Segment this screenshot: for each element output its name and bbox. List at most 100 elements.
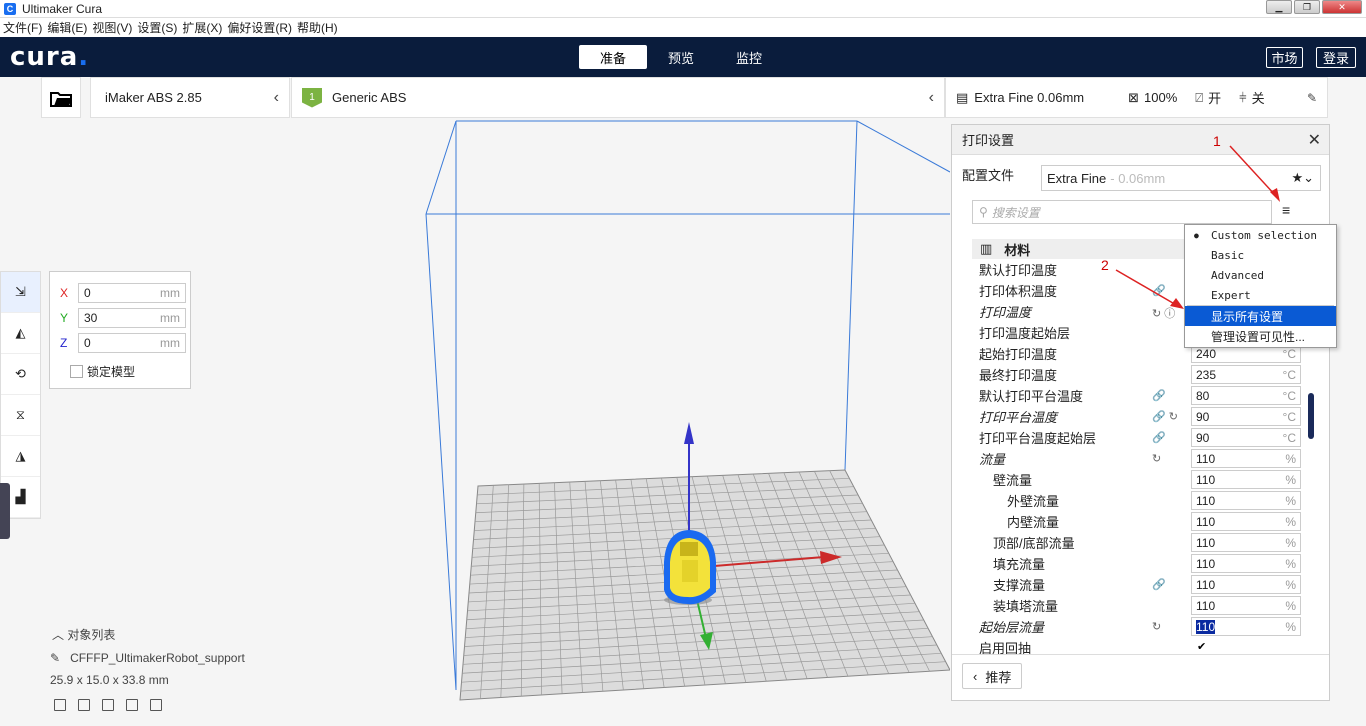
side-grip-handle[interactable] [0, 483, 10, 539]
category-material-header[interactable]: ▥ 材料 [972, 239, 1192, 259]
profile-label: 配置文件 [962, 168, 1015, 183]
setting-value-input[interactable]: 110% [1191, 617, 1301, 636]
setting-label: 默认打印温度 [979, 263, 1058, 278]
close-window-button[interactable]: ✕ [1322, 0, 1362, 14]
per-model-settings-button[interactable]: ◮ [1, 436, 40, 477]
setting-value-input[interactable]: 90 °C [1191, 407, 1301, 426]
menu-item-advanced[interactable]: Advanced [1185, 265, 1336, 285]
menu-help[interactable]: 帮助(H) [297, 19, 338, 36]
quality-icon: ▤ [956, 89, 969, 105]
setting-action-icon[interactable]: ↻ [1152, 452, 1161, 465]
setting-label: 壁流量 [993, 473, 1033, 488]
support-icon: ⍁ [1195, 89, 1204, 105]
view-left-icon[interactable] [126, 699, 138, 711]
print-settings-panel: 打印设置 ✕ 配置文件 Extra Fine - 0.06mm ★⌄ ⚲ 搜索设置 ≡… [951, 124, 1330, 701]
z-coordinate-input[interactable]: 0 mm [78, 333, 186, 353]
window-titlebar: C Ultimaker Cura ▁ ❐ ✕ [0, 0, 1366, 18]
scale-tool-button[interactable]: ◭ [1, 313, 40, 354]
recommended-button[interactable]: ‹ 推荐 [962, 663, 1023, 689]
move-tool-panel: X 0 mm Y 30 mm Z 0 mm 锁定模型 [49, 271, 191, 389]
setting-label: 支撑流量 [993, 578, 1046, 593]
view-top-icon[interactable] [102, 699, 114, 711]
mirror-tool-button[interactable]: ⧖ [1, 395, 40, 436]
setting-label: 打印体积温度 [979, 284, 1058, 299]
mirror-icon: ⧖ [15, 407, 26, 422]
setting-value-input[interactable]: 110% [1191, 512, 1301, 531]
setting-label: 填充流量 [993, 557, 1046, 572]
folder-icon [50, 91, 72, 107]
menu-view[interactable]: 视图(V) [92, 19, 132, 36]
setting-value-input[interactable]: 110% [1191, 575, 1301, 594]
menu-edit[interactable]: 编辑(E) [47, 19, 87, 36]
setting-action-icon[interactable]: ↻ [1152, 620, 1161, 633]
menu-item-custom-selection[interactable]: Custom selection [1185, 225, 1336, 245]
profile-dropdown[interactable]: Extra Fine - 0.06mm ★⌄ [1041, 165, 1321, 191]
menu-preferences[interactable]: 偏好设置(R) [227, 19, 292, 36]
menu-item-show-all-settings[interactable]: 显示所有设置 [1185, 306, 1336, 326]
login-button[interactable]: 登录 [1316, 47, 1356, 68]
menu-item-expert[interactable]: Expert [1185, 285, 1336, 305]
view-right-icon[interactable] [150, 699, 162, 711]
setting-value-input[interactable]: 110% [1191, 449, 1301, 468]
settings-visibility-menu-icon[interactable]: ≡ [1282, 203, 1294, 217]
menubar: 文件(F) 编辑(E) 视图(V) 设置(S) 扩展(X) 偏好设置(R) 帮助… [0, 18, 1366, 37]
setting-value-input[interactable]: 235 °C [1191, 365, 1301, 384]
settings-scrollbar[interactable] [1308, 393, 1314, 439]
setting-value-input[interactable]: 110% [1191, 491, 1301, 510]
move-icon: ⇲ [15, 284, 26, 299]
lock-model-checkbox[interactable]: 锁定模型 [70, 363, 135, 380]
setting-action-icon[interactable]: ↻ ⓘ [1152, 305, 1175, 321]
pencil-icon: ✎ [50, 651, 61, 665]
per-model-icon: ◮ [15, 448, 26, 463]
object-list: ︿ 对象列表 ✎ CFFFP_UltimakerRobot_support 25.… [50, 626, 245, 687]
object-list-header[interactable]: ︿ 对象列表 [52, 626, 245, 643]
robot-model [664, 530, 716, 605]
tab-prepare[interactable]: 准备 [579, 45, 648, 69]
search-settings-input[interactable]: ⚲ 搜索设置 [972, 200, 1272, 224]
menu-file[interactable]: 文件(F) [3, 19, 42, 36]
object-name-row[interactable]: ✎ CFFFP_UltimakerRobot_support [50, 651, 245, 665]
rotate-tool-button[interactable]: ⟲ [1, 354, 40, 395]
menu-extensions[interactable]: 扩展(X) [182, 19, 222, 36]
setting-label: 打印温度 [979, 305, 1032, 320]
menu-settings[interactable]: 设置(S) [137, 19, 177, 36]
cura-app-icon: C [4, 2, 16, 15]
scale-icon: ◭ [15, 325, 26, 340]
open-file-button[interactable] [41, 77, 81, 118]
setting-label: 流量 [979, 452, 1006, 467]
move-tool-button[interactable]: ⇲ [1, 272, 40, 313]
print-settings-selector[interactable]: ▤ Extra Fine 0.06mm ⊠ 100% ⍁ 开 ⫩ 关 ✎ [945, 77, 1328, 118]
view-3d-icon[interactable] [54, 699, 66, 711]
maximize-button[interactable]: ❐ [1294, 0, 1320, 14]
window-title: Ultimaker Cura [22, 1, 103, 16]
setting-value-input[interactable]: 110% [1191, 554, 1301, 573]
setting-action-icon[interactable]: 🔗 [1152, 578, 1166, 591]
retraction-checkbox[interactable]: ✔ [1197, 640, 1206, 653]
setting-action-icon[interactable]: 🔗 ↻ [1152, 410, 1178, 423]
tab-monitor[interactable]: 监控 [715, 45, 783, 69]
setting-value-input[interactable]: 110% [1191, 470, 1301, 489]
material-selector[interactable]: 1 Generic ABS ‹ [291, 77, 945, 118]
setting-value-input[interactable]: 90 °C [1191, 428, 1301, 447]
menu-item-manage-visibility[interactable]: 管理设置可见性... [1185, 326, 1336, 346]
setting-value-input[interactable]: 110% [1191, 596, 1301, 615]
setting-value-input[interactable]: 110% [1191, 533, 1301, 552]
view-front-icon[interactable] [78, 699, 90, 711]
z-axis-arrowhead [684, 422, 694, 444]
menu-item-basic[interactable]: Basic [1185, 245, 1336, 265]
marketplace-button[interactable]: 市场 [1266, 47, 1303, 68]
setting-action-icon[interactable]: 🔗 [1152, 431, 1166, 444]
close-icon[interactable]: ✕ [1308, 130, 1321, 150]
setting-label: 起始层流量 [979, 620, 1045, 635]
setting-value-input[interactable]: 80 °C [1191, 386, 1301, 405]
setting-action-icon[interactable]: 🔗 [1152, 284, 1166, 297]
minimize-button[interactable]: ▁ [1266, 0, 1292, 14]
machine-selector[interactable]: iMaker ABS 2.85 ‹ [90, 77, 290, 118]
x-coordinate-input[interactable]: 0 mm [78, 283, 186, 303]
setting-label: 外壁流量 [1007, 494, 1060, 509]
adhesion-value: 关 [1251, 91, 1265, 106]
pencil-icon: ✎ [1306, 90, 1317, 105]
tab-preview[interactable]: 预览 [647, 45, 715, 69]
setting-action-icon[interactable]: 🔗 [1152, 389, 1166, 402]
y-coordinate-input[interactable]: 30 mm [78, 308, 186, 328]
